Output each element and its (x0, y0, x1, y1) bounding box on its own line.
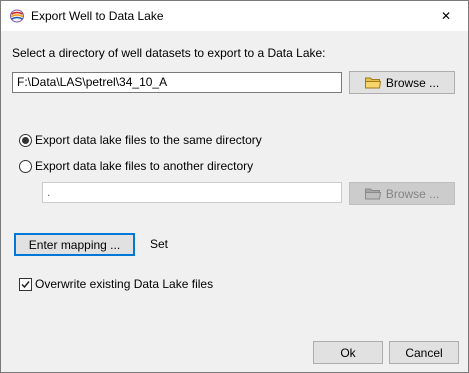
option-another-directory-label[interactable]: Export data lake files to another direct… (35, 159, 253, 173)
checkmark-icon (21, 281, 30, 289)
source-prompt: Select a directory of well datasets to e… (12, 46, 326, 60)
enter-mapping-button[interactable]: Enter mapping ... (14, 233, 135, 256)
radio-same-directory[interactable] (19, 134, 32, 147)
close-icon: ✕ (440, 9, 452, 23)
app-logo-icon (10, 9, 24, 23)
source-browse-label: Browse ... (385, 75, 440, 90)
ok-button[interactable]: Ok (313, 341, 383, 364)
close-button[interactable]: ✕ (424, 1, 468, 31)
source-browse-button[interactable]: Browse ... (349, 71, 455, 94)
folder-icon (364, 188, 381, 200)
destination-browse-button[interactable]: Browse ... (349, 182, 455, 205)
radio-another-directory[interactable] (19, 160, 32, 173)
overwrite-checkbox[interactable] (19, 278, 32, 291)
title-bar: Export Well to Data Lake ✕ (1, 1, 468, 31)
overwrite-label[interactable]: Overwrite existing Data Lake files (35, 277, 213, 291)
export-well-dialog: Export Well to Data Lake ✕ Select a dire… (0, 0, 469, 373)
destination-path-input[interactable]: . (42, 182, 342, 203)
destination-browse-label: Browse ... (385, 186, 440, 201)
cancel-button[interactable]: Cancel (389, 341, 459, 364)
source-path-input[interactable]: F:\Data\LAS\petrel\34_10_A (12, 72, 342, 93)
mapping-status: Set (150, 237, 169, 251)
option-same-directory-label[interactable]: Export data lake files to the same direc… (35, 133, 262, 147)
window-title: Export Well to Data Lake (31, 9, 164, 23)
folder-icon (364, 77, 381, 89)
